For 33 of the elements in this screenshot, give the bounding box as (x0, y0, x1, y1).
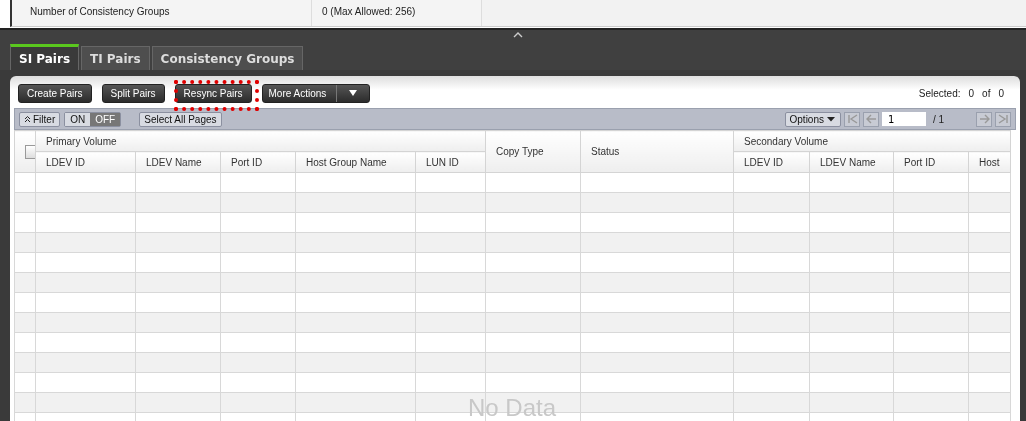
toolbar-button[interactable]: Resync Pairs (174, 83, 252, 103)
summary-value: 0 (Max Allowed: 256) (312, 0, 482, 26)
column-header[interactable]: Copy Type (496, 146, 544, 157)
toolbar-button[interactable]: Split Pairs (101, 83, 165, 103)
collapse-icon (24, 115, 31, 123)
tab[interactable]: TI Pairs (81, 46, 150, 70)
select-all-pages-button[interactable]: Select All Pages (139, 111, 222, 127)
first-page-button[interactable] (844, 111, 860, 127)
filter-off-toggle[interactable]: OFF (90, 112, 121, 126)
previous-page-button[interactable] (863, 111, 879, 127)
filter-button[interactable]: Filter (19, 111, 61, 127)
tab[interactable]: SI Pairs (10, 44, 80, 70)
selected-label: Selected: (918, 87, 961, 99)
select-all-checkbox[interactable] (25, 144, 35, 159)
options-button[interactable]: Options (784, 111, 841, 127)
column-header[interactable]: Status (591, 146, 620, 157)
summary-label: Number of Consistency Groups (12, 0, 312, 26)
next-page-button[interactable] (976, 111, 992, 127)
page-count: / 1 (932, 113, 946, 125)
dropdown-icon (826, 116, 836, 122)
collapse-icon[interactable] (513, 32, 523, 38)
toolbar-button[interactable]: Create Pairs (18, 83, 92, 103)
filter-on-toggle[interactable]: ON (65, 112, 91, 126)
column-group-header: Secondary Volume (744, 135, 828, 147)
last-page-button[interactable] (995, 111, 1011, 127)
tab[interactable]: Consistency Groups (151, 46, 304, 70)
dropdown-icon (349, 90, 358, 96)
total-count: 0 (998, 87, 1004, 99)
page-field[interactable]: 1 (882, 112, 926, 126)
of-label: of (982, 87, 991, 99)
more-actions-button[interactable]: More Actions (261, 83, 371, 103)
selected-count: 0 (968, 87, 975, 99)
column-group-header: Primary Volume (46, 135, 117, 147)
